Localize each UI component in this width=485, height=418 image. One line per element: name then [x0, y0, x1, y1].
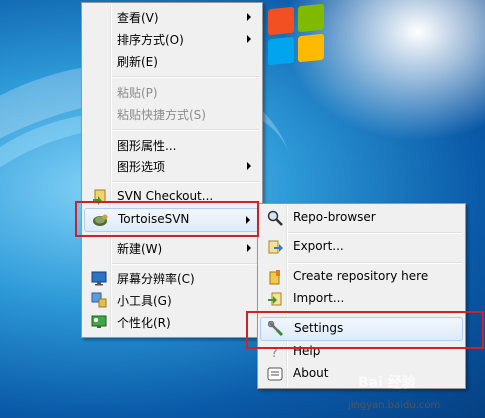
menu-item-screen-resolution[interactable]: 屏幕分辨率(C): [84, 267, 260, 289]
menu-separator: [112, 129, 259, 131]
menu-item-personalize[interactable]: 个性化(R): [84, 311, 260, 333]
submenu-arrow-icon: [247, 35, 251, 43]
submenu-item-export[interactable]: Export...: [260, 236, 463, 258]
menu-separator: [112, 263, 259, 265]
repo-browser-icon: [267, 210, 283, 226]
menu-item-label: 排序方式(O): [117, 33, 184, 47]
menu-separator: [112, 181, 259, 183]
desktop-context-menu: 查看(V) 排序方式(O) 刷新(E) 粘贴(P) 粘贴快捷方式(S) 图形属性…: [81, 2, 263, 338]
watermark-brand: Bai 经验: [358, 375, 416, 391]
menu-item-label: Repo-browser: [293, 210, 376, 224]
menu-item-label: 粘贴快捷方式(S): [117, 108, 206, 122]
menu-item-label: 个性化(R): [117, 316, 171, 330]
export-icon: [268, 240, 283, 254]
submenu-item-import[interactable]: Import...: [260, 288, 463, 310]
menu-item-sort-by[interactable]: 排序方式(O): [84, 28, 260, 50]
submenu-arrow-icon: [247, 13, 251, 21]
menu-item-label: About: [293, 366, 329, 380]
menu-item-label: Import...: [293, 291, 345, 305]
menu-separator: [288, 232, 462, 234]
menu-item-label: 小工具(G): [117, 294, 172, 308]
menu-item-paste-shortcut: 粘贴快捷方式(S): [84, 103, 260, 125]
menu-item-label: Export...: [293, 239, 344, 253]
submenu-arrow-icon: [247, 244, 251, 252]
menu-item-label: Create repository here: [293, 269, 429, 283]
menu-item-gadgets[interactable]: 小工具(G): [84, 289, 260, 311]
gadgets-icon: [91, 292, 107, 308]
menu-separator: [112, 76, 259, 78]
submenu-item-repo-browser[interactable]: Repo-browser: [260, 207, 463, 229]
menu-item-graphics-options[interactable]: 图形选项: [84, 155, 260, 177]
menu-item-new[interactable]: 新建(W): [84, 237, 260, 259]
submenu-item-create-repository[interactable]: Create repository here: [260, 266, 463, 288]
menu-item-view[interactable]: 查看(V): [84, 6, 260, 28]
screen-resolution-icon: [91, 271, 107, 286]
menu-item-label: 图形选项: [117, 160, 166, 174]
tortoisesvn-submenu: Repo-browser Export... Create repository…: [257, 203, 466, 389]
menu-item-label: 查看(V): [117, 11, 159, 25]
about-icon: [267, 367, 283, 381]
menu-item-label: 粘贴(P): [117, 86, 158, 100]
create-repository-icon: [269, 270, 280, 285]
menu-item-label: 图形属性...: [117, 139, 177, 153]
import-icon: [268, 292, 282, 306]
menu-item-paste: 粘贴(P): [84, 81, 260, 103]
personalize-icon: [91, 315, 107, 328]
menu-item-label: 新建(W): [117, 242, 163, 256]
menu-item-graphics-properties[interactable]: 图形属性...: [84, 134, 260, 156]
submenu-arrow-icon: [247, 162, 251, 170]
highlight-box-settings: [246, 311, 484, 349]
menu-item-label: 屏幕分辨率(C): [117, 272, 195, 286]
menu-item-label: 刷新(E): [117, 55, 158, 69]
highlight-box-tortoisesvn: [75, 201, 259, 237]
watermark-url: jingyan.baidu.com: [348, 400, 441, 411]
windows-logo-icon: [268, 3, 328, 68]
menu-separator: [288, 262, 462, 264]
menu-item-refresh[interactable]: 刷新(E): [84, 50, 260, 72]
